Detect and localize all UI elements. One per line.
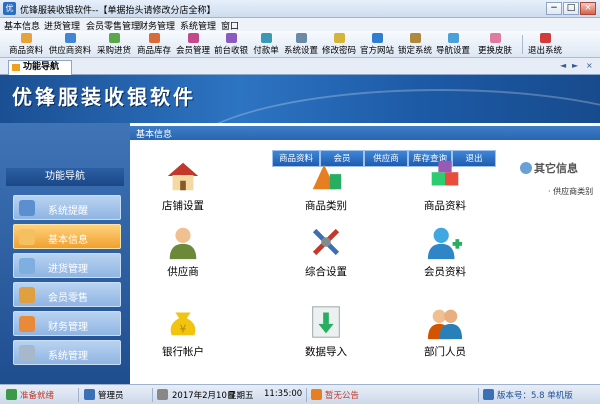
tool-supplier-info[interactable]: 供应商资料 <box>48 32 92 57</box>
banner-title: 优锋服装收银软件 <box>12 85 196 109</box>
boxes-icon <box>431 160 459 186</box>
money-bag-icon: ¥ <box>170 312 196 335</box>
globe-icon <box>371 33 383 43</box>
item-member-info[interactable]: 会员资料 <box>400 223 490 279</box>
nav-system-mgmt[interactable]: 系统管理 <box>13 340 121 365</box>
tab-strip: 功能导航 ◄ ► × <box>0 58 600 75</box>
cashier-icon <box>225 33 237 43</box>
status-separator <box>478 388 479 402</box>
user-icon <box>84 389 95 400</box>
item-data-import[interactable]: 数据导入 <box>281 303 371 359</box>
window-title: 优锋服装收银软件--【单据抬头请修改分店全称】 <box>20 6 216 16</box>
gear-icon <box>295 33 307 43</box>
other-info-title: 其它信息 <box>534 162 578 175</box>
item-store-settings[interactable]: 店铺设置 <box>138 157 228 213</box>
menu-bar: 基本信息 进货管理 会员零售管理 财务管理 系统管理 窗口 <box>0 18 600 32</box>
item-product-info[interactable]: 商品资料 <box>400 157 490 213</box>
tool-payment[interactable]: 付款单 <box>251 32 281 57</box>
ready-icon <box>6 389 17 400</box>
folder-icon <box>12 64 20 71</box>
tool-system-settings[interactable]: 系统设置 <box>283 32 319 57</box>
status-notice[interactable]: 暂无公告 <box>325 389 359 401</box>
supplier-icon <box>64 33 76 43</box>
team-icon <box>427 309 463 340</box>
tool-change-password[interactable]: 修改密码 <box>321 32 357 57</box>
clock-icon <box>157 389 168 400</box>
item-product-category[interactable]: 商品类别 <box>281 157 371 213</box>
other-info-item[interactable]: · 供应商类别 <box>548 186 593 197</box>
tool-lock-system[interactable]: 锁定系统 <box>397 32 433 57</box>
item-supplier[interactable]: 供应商 <box>138 223 228 279</box>
tool-inventory[interactable]: 商品库存 <box>135 32 173 57</box>
tool-member-mgmt[interactable]: 会员管理 <box>175 32 211 57</box>
app-icon: 优 <box>3 2 16 15</box>
skin-icon <box>489 33 501 43</box>
notice-icon <box>311 389 322 400</box>
payment-icon <box>260 33 272 43</box>
status-date: 2017年2月10日 <box>172 391 236 401</box>
nav-purchase-mgmt[interactable]: 进货管理 <box>13 253 121 278</box>
status-separator <box>306 388 307 402</box>
status-bar: 准备就绪 管理员 2017年2月10日 星期五 11:35:00 暂无公告 版本… <box>0 384 600 404</box>
tool-change-skin[interactable]: 更换皮肤 <box>473 32 517 57</box>
purchase-icon <box>108 33 120 43</box>
status-version: 版本号：5.8 单机版 <box>497 391 573 401</box>
key-icon <box>333 33 345 43</box>
toolbar-separator <box>522 35 523 54</box>
status-weekday: 星期五 <box>228 391 254 401</box>
left-nav: 功能导航 系统提醒 基本信息 进货管理 会员零售 财务管理 系统管理 <box>0 123 130 384</box>
item-bank-account[interactable]: ¥ 银行帐户 <box>138 303 228 359</box>
info-icon <box>520 162 532 174</box>
add-user-icon <box>427 227 463 260</box>
status-user: 管理员 <box>98 391 124 401</box>
tab-close-button[interactable]: × <box>586 61 593 70</box>
left-nav-heading: 功能导航 <box>6 168 124 186</box>
category-icon <box>312 164 342 190</box>
banner-decoration <box>180 89 600 123</box>
status-separator <box>152 388 153 402</box>
tool-exit-system[interactable]: 退出系统 <box>526 32 564 57</box>
nav-system-reminder[interactable]: 系统提醒 <box>13 195 121 220</box>
tool-nav-settings[interactable]: 导航设置 <box>435 32 471 57</box>
inventory-icon <box>148 33 160 43</box>
content-header: 基本信息 <box>130 126 600 140</box>
lock-icon <box>409 33 421 43</box>
version-icon <box>483 389 494 400</box>
nav-finance-mgmt[interactable]: 财务管理 <box>13 311 121 336</box>
navigation-icon <box>447 33 459 43</box>
status-separator <box>78 388 79 402</box>
minimize-button[interactable]: − <box>546 2 562 15</box>
maximize-button[interactable]: □ <box>563 2 579 15</box>
title-bar: 优 优锋服装收银软件--【单据抬头请修改分店全称】 − □ × <box>0 0 600 18</box>
tab-function-nav[interactable]: 功能导航 <box>8 60 72 75</box>
house-icon <box>167 162 199 191</box>
close-button[interactable]: × <box>580 2 596 15</box>
content-panel: 基本信息 商品资料 会员 供应商 库存查询 退出 其它信息 · 供应商类别 店铺… <box>130 123 600 384</box>
tab-prev-button[interactable]: ◄ <box>560 61 566 70</box>
tools-icon <box>312 228 340 256</box>
person-icon <box>169 227 197 260</box>
product-icon <box>20 33 32 43</box>
import-icon <box>312 306 340 338</box>
nav-member-retail[interactable]: 会员零售 <box>13 282 121 307</box>
svg-text:¥: ¥ <box>180 323 187 335</box>
tool-front-cashier[interactable]: 前台收银 <box>213 32 249 57</box>
tool-product-info[interactable]: 商品资料 <box>6 32 46 57</box>
toolbar: 商品资料 供应商资料 采购进货 商品库存 会员管理 前台收银 付款单 系统设置 … <box>0 31 600 58</box>
status-time: 11:35:00 <box>264 389 303 399</box>
member-icon <box>187 33 199 43</box>
tool-official-site[interactable]: 官方网站 <box>359 32 395 57</box>
item-general-settings[interactable]: 综合设置 <box>281 223 371 279</box>
tool-purchase[interactable]: 采购进货 <box>95 32 133 57</box>
tab-next-button[interactable]: ► <box>572 61 578 70</box>
nav-basic-info[interactable]: 基本信息 <box>13 224 121 249</box>
status-ready: 准备就绪 <box>20 391 55 401</box>
exit-icon <box>539 33 551 43</box>
banner: 优锋服装收银软件 <box>0 75 600 123</box>
other-info-panel: 其它信息 · 供应商类别 <box>518 158 600 218</box>
item-department-staff[interactable]: 部门人员 <box>400 303 490 359</box>
